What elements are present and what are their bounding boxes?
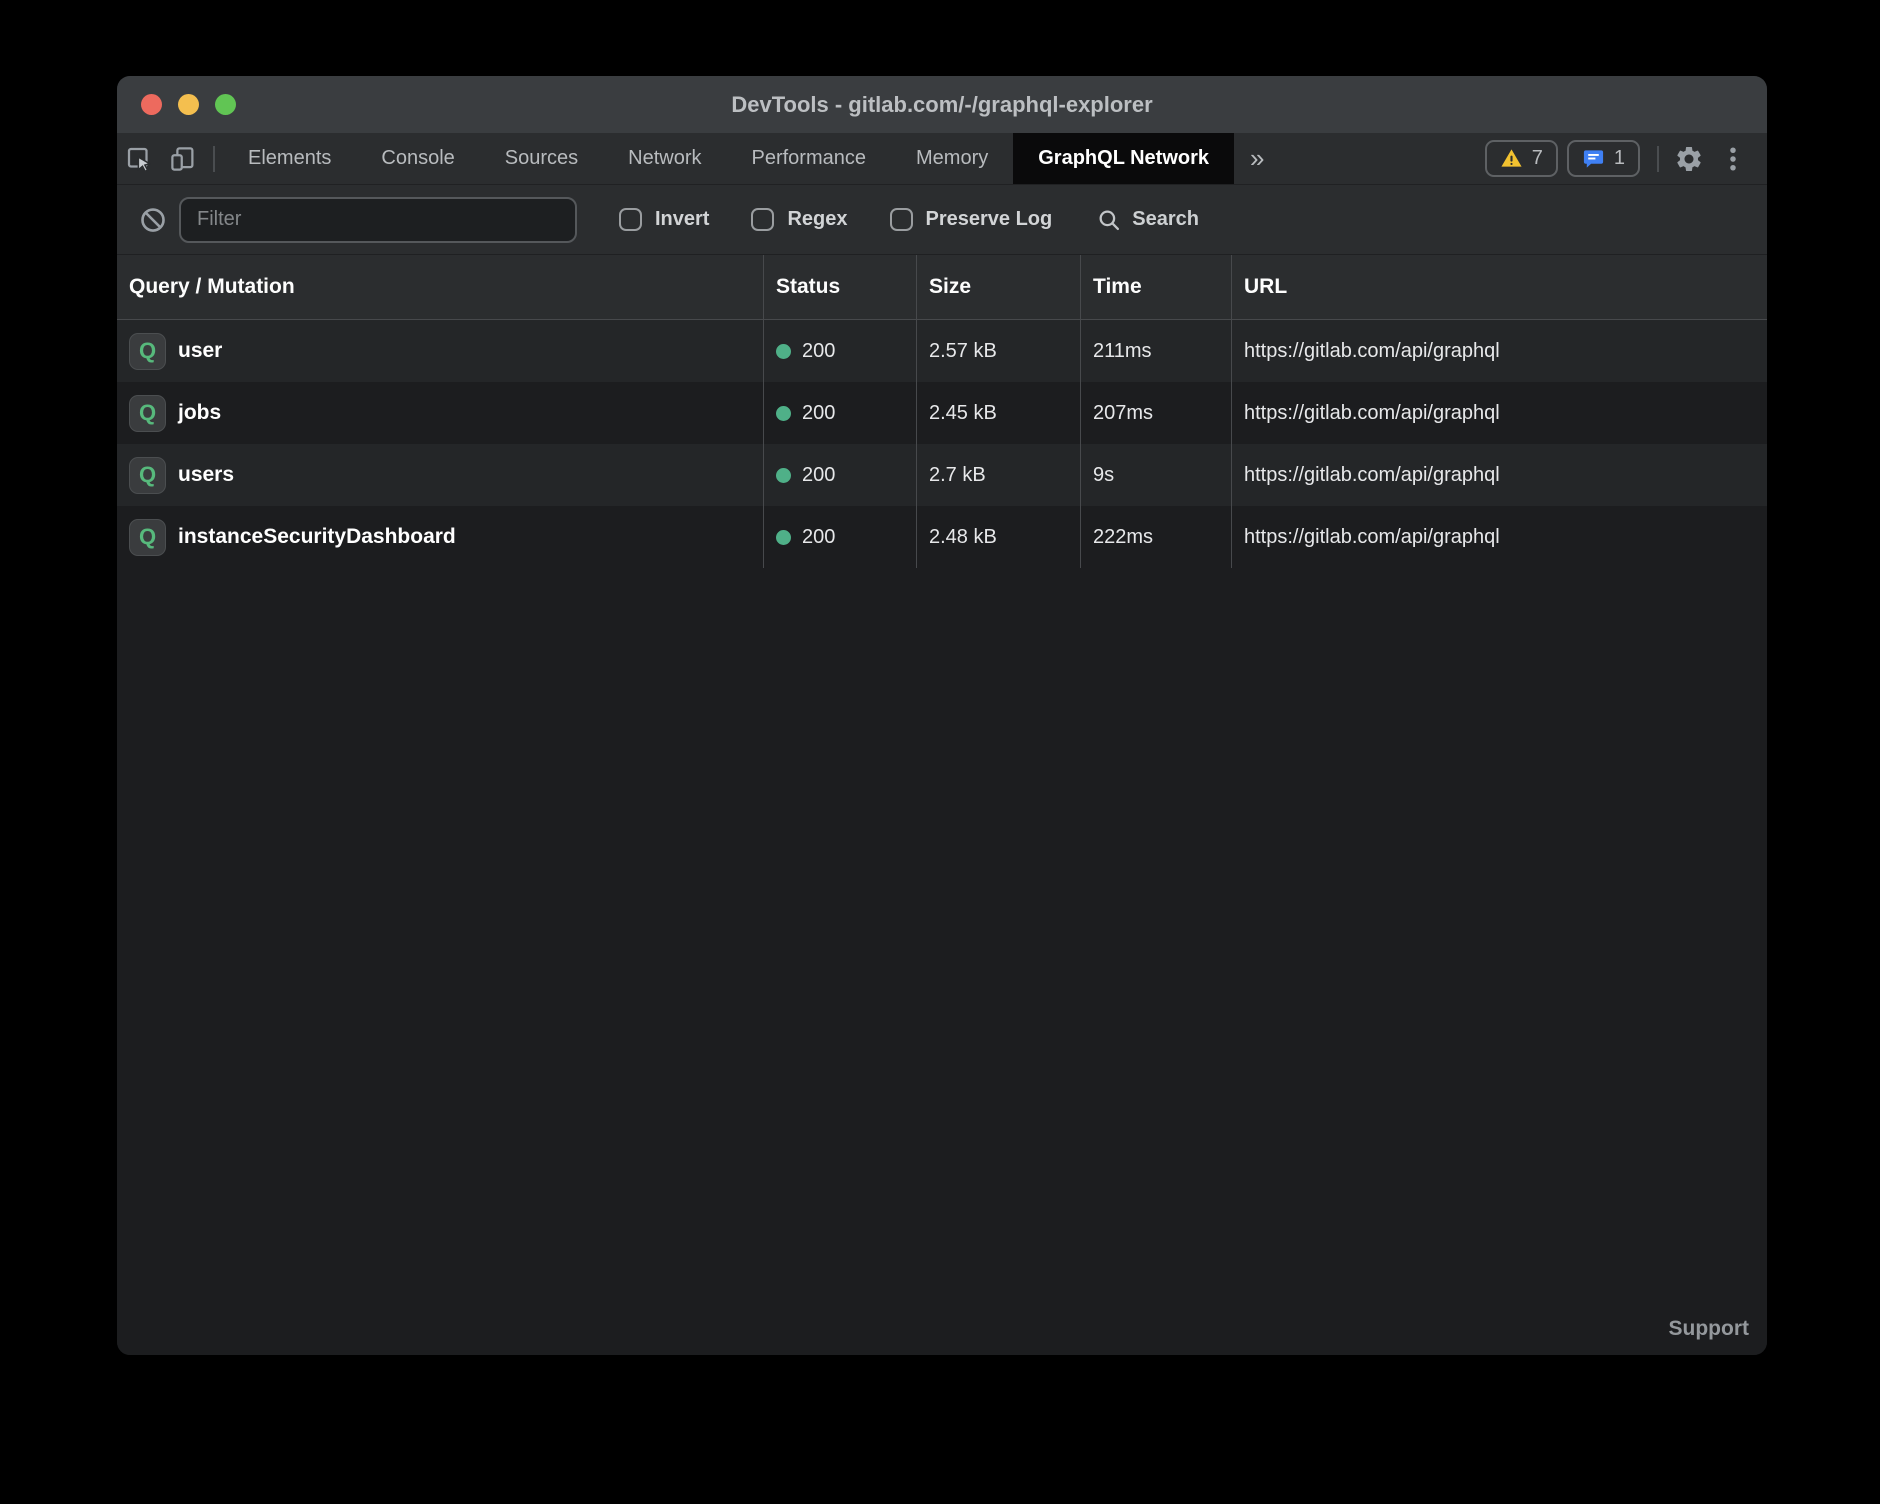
- search-icon: [1096, 207, 1122, 233]
- maximize-button[interactable]: [215, 94, 236, 115]
- table-row[interactable]: Q users 200 2.7 kB 9s https://gitlab.com…: [117, 444, 1767, 506]
- query-name: users: [178, 463, 234, 487]
- tab-label: Elements: [248, 147, 331, 170]
- checkbox-label: Regex: [787, 208, 847, 231]
- devtools-tab[interactable]: GraphQL Network: [1013, 133, 1234, 184]
- column-header-status[interactable]: Status: [763, 255, 916, 319]
- search-label: Search: [1132, 208, 1199, 231]
- request-url: https://gitlab.com/api/graphql: [1231, 506, 1767, 568]
- response-time: 207ms: [1080, 382, 1231, 444]
- block-icon: [138, 205, 168, 235]
- warning-triangle-icon: [1500, 147, 1523, 170]
- issues-badge[interactable]: 1: [1567, 140, 1640, 177]
- query-type-badge: Q: [129, 333, 166, 370]
- request-url: https://gitlab.com/api/graphql: [1231, 320, 1767, 382]
- issues-count: 1: [1614, 147, 1625, 170]
- filter-checkbox[interactable]: Regex: [751, 208, 847, 231]
- column-header-time[interactable]: Time: [1080, 255, 1231, 319]
- inspect-element-button[interactable]: [117, 133, 161, 184]
- devtools-tab[interactable]: Performance: [727, 133, 892, 184]
- kebab-menu-button[interactable]: [1711, 133, 1755, 184]
- query-name: jobs: [178, 401, 221, 425]
- panel-tabs: Elements Console Sources Network Perform…: [223, 133, 1234, 184]
- table-row[interactable]: Q user 200 2.57 kB 211ms https://gitlab.…: [117, 320, 1767, 382]
- devtools-tabbar: Elements Console Sources Network Perform…: [117, 133, 1767, 185]
- status-code: 200: [802, 526, 835, 549]
- filter-toolbar: Invert Regex Preserve Log Search: [117, 185, 1767, 255]
- devtools-tab[interactable]: Memory: [891, 133, 1013, 184]
- checkbox-label: Preserve Log: [926, 208, 1053, 231]
- warning-count: 7: [1532, 147, 1543, 170]
- clear-button[interactable]: [131, 205, 175, 235]
- tab-label: Memory: [916, 147, 988, 170]
- tab-label: Performance: [752, 147, 867, 170]
- status-ok-dot-icon: [776, 530, 791, 545]
- query-name: instanceSecurityDashboard: [178, 525, 456, 549]
- tab-label: Sources: [505, 147, 578, 170]
- device-toolbar-button[interactable]: [161, 133, 205, 184]
- status-code: 200: [802, 402, 835, 425]
- query-name: user: [178, 339, 222, 363]
- message-bubble-icon: [1582, 147, 1605, 170]
- minimize-button[interactable]: [178, 94, 199, 115]
- tab-label: Network: [628, 147, 701, 170]
- table-row[interactable]: Q instanceSecurityDashboard 200 2.48 kB …: [117, 506, 1767, 568]
- more-tabs-button[interactable]: »: [1234, 133, 1280, 184]
- checkbox-icon[interactable]: [751, 208, 774, 231]
- checkbox-icon[interactable]: [619, 208, 642, 231]
- checkbox-icon[interactable]: [890, 208, 913, 231]
- response-time: 9s: [1080, 444, 1231, 506]
- inspect-cursor-icon: [124, 144, 154, 174]
- titlebar: DevTools - gitlab.com/-/graphql-explorer: [117, 76, 1767, 133]
- devtools-tab[interactable]: Console: [356, 133, 479, 184]
- request-url: https://gitlab.com/api/graphql: [1231, 382, 1767, 444]
- tab-label: GraphQL Network: [1038, 147, 1209, 170]
- filter-input[interactable]: [179, 197, 577, 243]
- badge-divider: [1657, 146, 1659, 172]
- traffic-lights: [141, 94, 236, 115]
- filter-checkbox[interactable]: Preserve Log: [890, 208, 1053, 231]
- close-button[interactable]: [141, 94, 162, 115]
- response-time: 211ms: [1080, 320, 1231, 382]
- request-url: https://gitlab.com/api/graphql: [1231, 444, 1767, 506]
- kebab-menu-icon: [1718, 144, 1748, 174]
- response-size: 2.45 kB: [916, 382, 1080, 444]
- tab-label: Console: [381, 147, 454, 170]
- warnings-badge[interactable]: 7: [1485, 140, 1558, 177]
- device-toolbar-icon: [168, 144, 198, 174]
- checkbox-label: Invert: [655, 208, 709, 231]
- response-size: 2.7 kB: [916, 444, 1080, 506]
- query-type-badge: Q: [129, 395, 166, 432]
- status-code: 200: [802, 464, 835, 487]
- response-time: 222ms: [1080, 506, 1231, 568]
- status-code: 200: [802, 340, 835, 363]
- window-title: DevTools - gitlab.com/-/graphql-explorer: [117, 92, 1767, 118]
- gear-icon: [1674, 144, 1704, 174]
- status-ok-dot-icon: [776, 468, 791, 483]
- query-type-badge: Q: [129, 457, 166, 494]
- devtools-tab[interactable]: Sources: [480, 133, 603, 184]
- filter-checkbox[interactable]: Invert: [619, 208, 709, 231]
- settings-gear-button[interactable]: [1667, 133, 1711, 184]
- column-header-url[interactable]: URL: [1231, 255, 1767, 319]
- toolbar-divider: [213, 146, 215, 172]
- tabbar-spacer: [1280, 133, 1484, 184]
- query-type-badge: Q: [129, 519, 166, 556]
- column-header-size[interactable]: Size: [916, 255, 1080, 319]
- status-ok-dot-icon: [776, 406, 791, 421]
- devtools-tab[interactable]: Elements: [223, 133, 356, 184]
- support-link[interactable]: Support: [1669, 1317, 1749, 1341]
- request-table-body: Q user 200 2.57 kB 211ms https://gitlab.…: [117, 320, 1767, 1355]
- column-header-query[interactable]: Query / Mutation: [117, 255, 763, 319]
- devtools-tab[interactable]: Network: [603, 133, 726, 184]
- table-row[interactable]: Q jobs 200 2.45 kB 207ms https://gitlab.…: [117, 382, 1767, 444]
- devtools-window: DevTools - gitlab.com/-/graphql-explorer…: [117, 76, 1767, 1355]
- response-size: 2.57 kB: [916, 320, 1080, 382]
- table-header: Query / Mutation Status Size Time URL: [117, 255, 1767, 320]
- status-ok-dot-icon: [776, 344, 791, 359]
- response-size: 2.48 kB: [916, 506, 1080, 568]
- search-button[interactable]: Search: [1096, 207, 1199, 233]
